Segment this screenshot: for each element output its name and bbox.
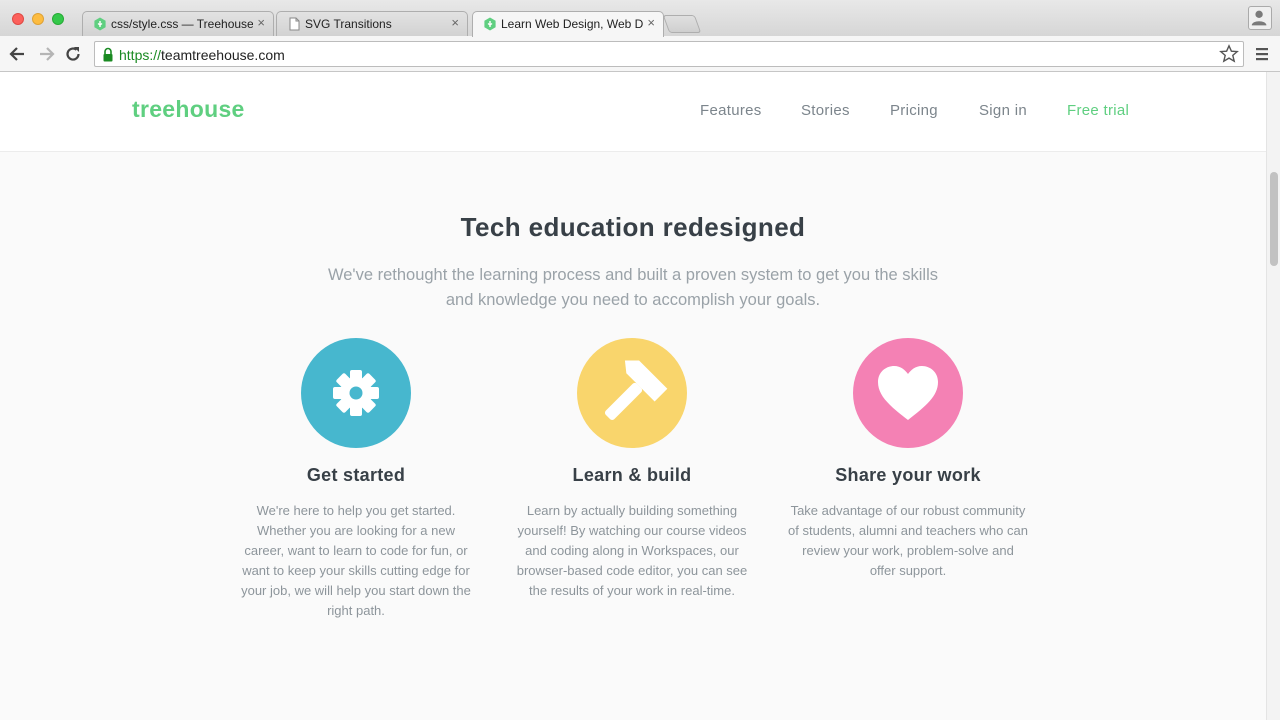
heart-icon bbox=[878, 366, 938, 420]
browser-tab-2[interactable]: SVG Transitions × bbox=[276, 11, 468, 36]
feature-icon-circle bbox=[853, 338, 963, 448]
scrollbar-thumb[interactable] bbox=[1270, 172, 1278, 266]
url-host: teamtreehouse.com bbox=[161, 47, 285, 63]
tab-title: SVG Transitions bbox=[305, 17, 392, 31]
window-close-button[interactable] bbox=[12, 13, 24, 25]
page-scrollbar[interactable] bbox=[1266, 72, 1280, 720]
feature-share-work: Share your work Take advantage of our ro… bbox=[788, 338, 1028, 581]
feature-description: We're here to help you get started. Whet… bbox=[241, 503, 471, 618]
profile-button[interactable] bbox=[1248, 6, 1272, 30]
tab-title: Learn Web Design, Web Development bbox=[501, 17, 643, 31]
feature-title: Learn & build bbox=[572, 465, 692, 485]
url-text: https://teamtreehouse.com bbox=[119, 47, 285, 63]
tab-close-icon[interactable]: × bbox=[451, 16, 459, 30]
feature-learn-build: Learn & build Learn by actually building… bbox=[512, 338, 752, 601]
browser-titlebar: css/style.css — Treehouse × SVG Transiti… bbox=[0, 0, 1280, 37]
feature-description: Take advantage of our robust community o… bbox=[788, 503, 1028, 578]
forward-arrow-icon[interactable] bbox=[36, 44, 56, 64]
tab-close-icon[interactable]: × bbox=[647, 16, 655, 30]
reload-icon[interactable] bbox=[63, 44, 83, 64]
page-viewport: treehouse Features Stories Pricing Sign … bbox=[0, 72, 1266, 720]
tab-title: css/style.css — Treehouse bbox=[111, 17, 253, 31]
feature-get-started: Get started We're here to help you get s… bbox=[236, 338, 476, 621]
treehouse-favicon-icon bbox=[484, 17, 496, 31]
browser-tab-1[interactable]: css/style.css — Treehouse × bbox=[82, 11, 274, 36]
url-scheme: https:// bbox=[119, 47, 162, 63]
window-maximize-button[interactable] bbox=[52, 13, 64, 25]
treehouse-favicon-icon bbox=[94, 17, 106, 31]
feature-title: Share your work bbox=[835, 465, 981, 485]
site-header: treehouse Features Stories Pricing Sign … bbox=[0, 72, 1266, 152]
feature-description: Learn by actually building something you… bbox=[516, 503, 748, 598]
window-minimize-button[interactable] bbox=[32, 13, 44, 25]
page-icon bbox=[289, 17, 300, 31]
lock-icon bbox=[103, 47, 113, 62]
browser-tab-3-active[interactable]: Learn Web Design, Web Development × bbox=[472, 11, 664, 37]
nav-features[interactable]: Features bbox=[700, 102, 762, 119]
hammer-icon bbox=[604, 360, 668, 421]
nav-pricing[interactable]: Pricing bbox=[890, 102, 938, 119]
feature-icon-circle bbox=[577, 338, 687, 448]
gear-icon bbox=[333, 370, 379, 416]
bookmark-star-icon[interactable] bbox=[1219, 44, 1239, 64]
hero-title: Tech education redesigned bbox=[460, 212, 806, 242]
feature-icon-circle bbox=[301, 338, 411, 448]
back-arrow-icon[interactable] bbox=[8, 44, 28, 64]
feature-title: Get started bbox=[306, 465, 406, 485]
nav-sign-in[interactable]: Sign in bbox=[979, 102, 1027, 119]
browser-toolbar: https://teamtreehouse.com bbox=[0, 36, 1280, 72]
user-icon bbox=[1251, 10, 1267, 26]
treehouse-logo[interactable]: treehouse bbox=[132, 96, 245, 123]
nav-free-trial[interactable]: Free trial bbox=[1067, 102, 1129, 119]
tab-close-icon[interactable]: × bbox=[257, 16, 265, 30]
nav-stories[interactable]: Stories bbox=[801, 102, 850, 119]
browser-menu-icon[interactable] bbox=[1254, 46, 1270, 62]
new-tab-button[interactable] bbox=[662, 15, 702, 33]
address-bar[interactable]: https://teamtreehouse.com bbox=[94, 41, 1244, 67]
hero-subtitle: We've rethought the learning process and… bbox=[327, 266, 939, 309]
